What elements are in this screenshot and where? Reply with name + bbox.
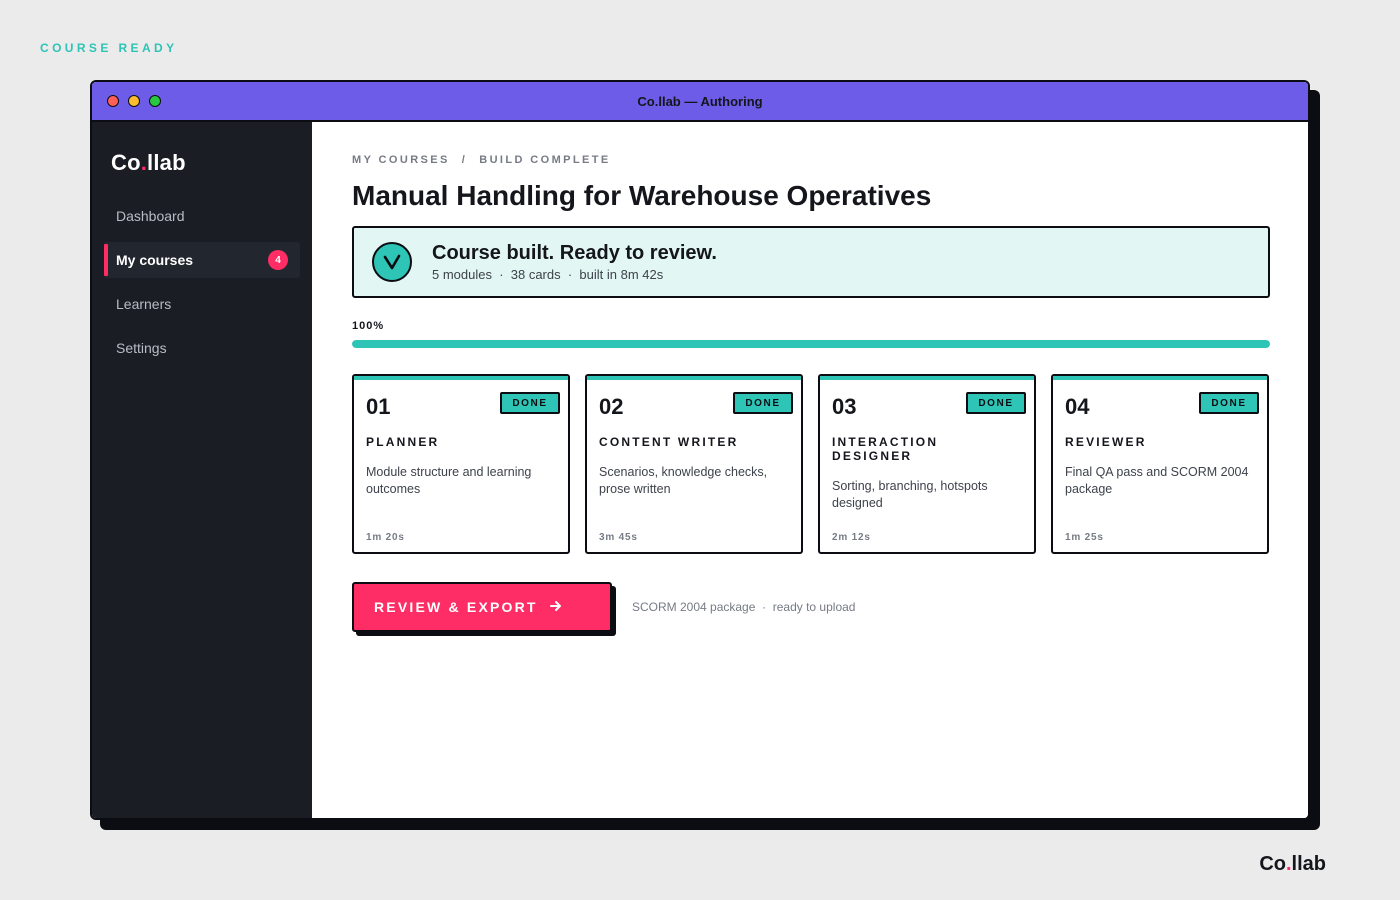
review-export-button[interactable]: REVIEW & EXPORT	[352, 582, 612, 632]
app-window: Co.llab — Authoring Co.llab Dashboard My…	[90, 80, 1310, 820]
status-badge: DONE	[966, 392, 1026, 414]
page-title: Manual Handling for Warehouse Operatives	[352, 180, 932, 211]
sidebar-item-learners[interactable]: Learners	[104, 286, 300, 322]
agent-card-interaction-designer[interactable]: 03 DONE INTERACTION DESIGNER Sorting, br…	[818, 374, 1036, 554]
sidebar: Co.llab Dashboard My courses 4 Learners …	[92, 122, 312, 818]
action-row: REVIEW & EXPORT SCORM 2004 package · rea…	[352, 582, 1270, 636]
window-controls	[107, 95, 161, 107]
status-badge: DONE	[733, 392, 793, 414]
footer-brand-prefix: Co	[1259, 853, 1286, 875]
status-badge: DONE	[1199, 392, 1259, 414]
brand-suffix: llab	[147, 150, 186, 175]
build-status-banner: Course built. Ready to review. 5 modules…	[352, 226, 1270, 298]
agent-cards: 01 DONE PLANNER Module structure and lea…	[352, 374, 1270, 554]
brand-prefix: Co	[111, 150, 141, 175]
banner-text: Course built. Ready to review. 5 modules…	[432, 242, 717, 282]
card-duration: 1m 25s	[1065, 532, 1104, 543]
check-icon	[372, 242, 412, 282]
breadcrumb: MY COURSES / BUILD COMPLETE	[352, 154, 1270, 166]
footer-brand-logo: Co.llab	[1259, 853, 1326, 876]
progress-label: 100%	[352, 320, 385, 332]
sidebar-item-label: My courses	[116, 252, 194, 268]
breadcrumb-my-courses[interactable]: MY COURSES	[352, 154, 450, 166]
review-export-button-wrap: REVIEW & EXPORT	[352, 582, 616, 636]
breadcrumb-current: BUILD COMPLETE	[479, 154, 611, 166]
footer-brand-suffix: llab	[1291, 853, 1326, 875]
minimize-window-button[interactable]	[128, 95, 140, 107]
agent-card-planner[interactable]: 01 DONE PLANNER Module structure and lea…	[352, 374, 570, 554]
progress-fill	[352, 340, 1270, 348]
breadcrumb-separator: /	[461, 154, 468, 166]
card-description: Final QA pass and SCORM 2004 package	[1065, 465, 1249, 496]
status-badge: DONE	[500, 392, 560, 414]
card-role: INTERACTION DESIGNER	[832, 435, 939, 463]
banner-title: Course built. Ready to review.	[432, 242, 717, 264]
card-duration: 3m 45s	[599, 532, 638, 543]
card-duration: 1m 20s	[366, 532, 405, 543]
main-content: MY COURSES / BUILD COMPLETE Manual Handl…	[312, 122, 1308, 818]
card-role: CONTENT WRITER	[599, 435, 739, 449]
card-role: REVIEWER	[1065, 435, 1147, 449]
agent-card-content-writer[interactable]: 02 DONE CONTENT WRITER Scenarios, knowle…	[585, 374, 803, 554]
export-note: SCORM 2004 package · ready to upload	[632, 600, 856, 614]
banner-subtitle: 5 modules · 38 cards · built in 8m 42s	[432, 267, 664, 282]
progress-bar	[352, 340, 1270, 348]
maximize-window-button[interactable]	[149, 95, 161, 107]
card-role: PLANNER	[366, 435, 440, 449]
card-description: Scenarios, knowledge checks, prose writt…	[599, 465, 768, 496]
sidebar-item-dashboard[interactable]: Dashboard	[104, 198, 300, 234]
card-duration: 2m 12s	[832, 532, 871, 543]
page-tag: COURSE READY	[40, 41, 178, 55]
sidebar-item-label: Dashboard	[116, 208, 185, 224]
arrow-right-icon	[549, 599, 562, 615]
sidebar-item-label: Settings	[116, 340, 167, 356]
card-description: Sorting, branching, hotspots designed	[832, 479, 988, 510]
sidebar-item-my-courses[interactable]: My courses 4	[104, 242, 300, 278]
agent-card-reviewer[interactable]: 04 DONE REVIEWER Final QA pass and SCORM…	[1051, 374, 1269, 554]
close-window-button[interactable]	[107, 95, 119, 107]
app-body: Co.llab Dashboard My courses 4 Learners …	[92, 122, 1308, 818]
sidebar-item-settings[interactable]: Settings	[104, 330, 300, 366]
card-description: Module structure and learning outcomes	[366, 465, 532, 496]
sidebar-item-label: Learners	[116, 296, 172, 312]
brand-logo[interactable]: Co.llab	[111, 150, 300, 176]
review-export-label: REVIEW & EXPORT	[374, 599, 538, 615]
titlebar: Co.llab — Authoring	[92, 82, 1308, 122]
window-title: Co.llab — Authoring	[637, 93, 763, 109]
courses-count-badge: 4	[268, 250, 288, 270]
